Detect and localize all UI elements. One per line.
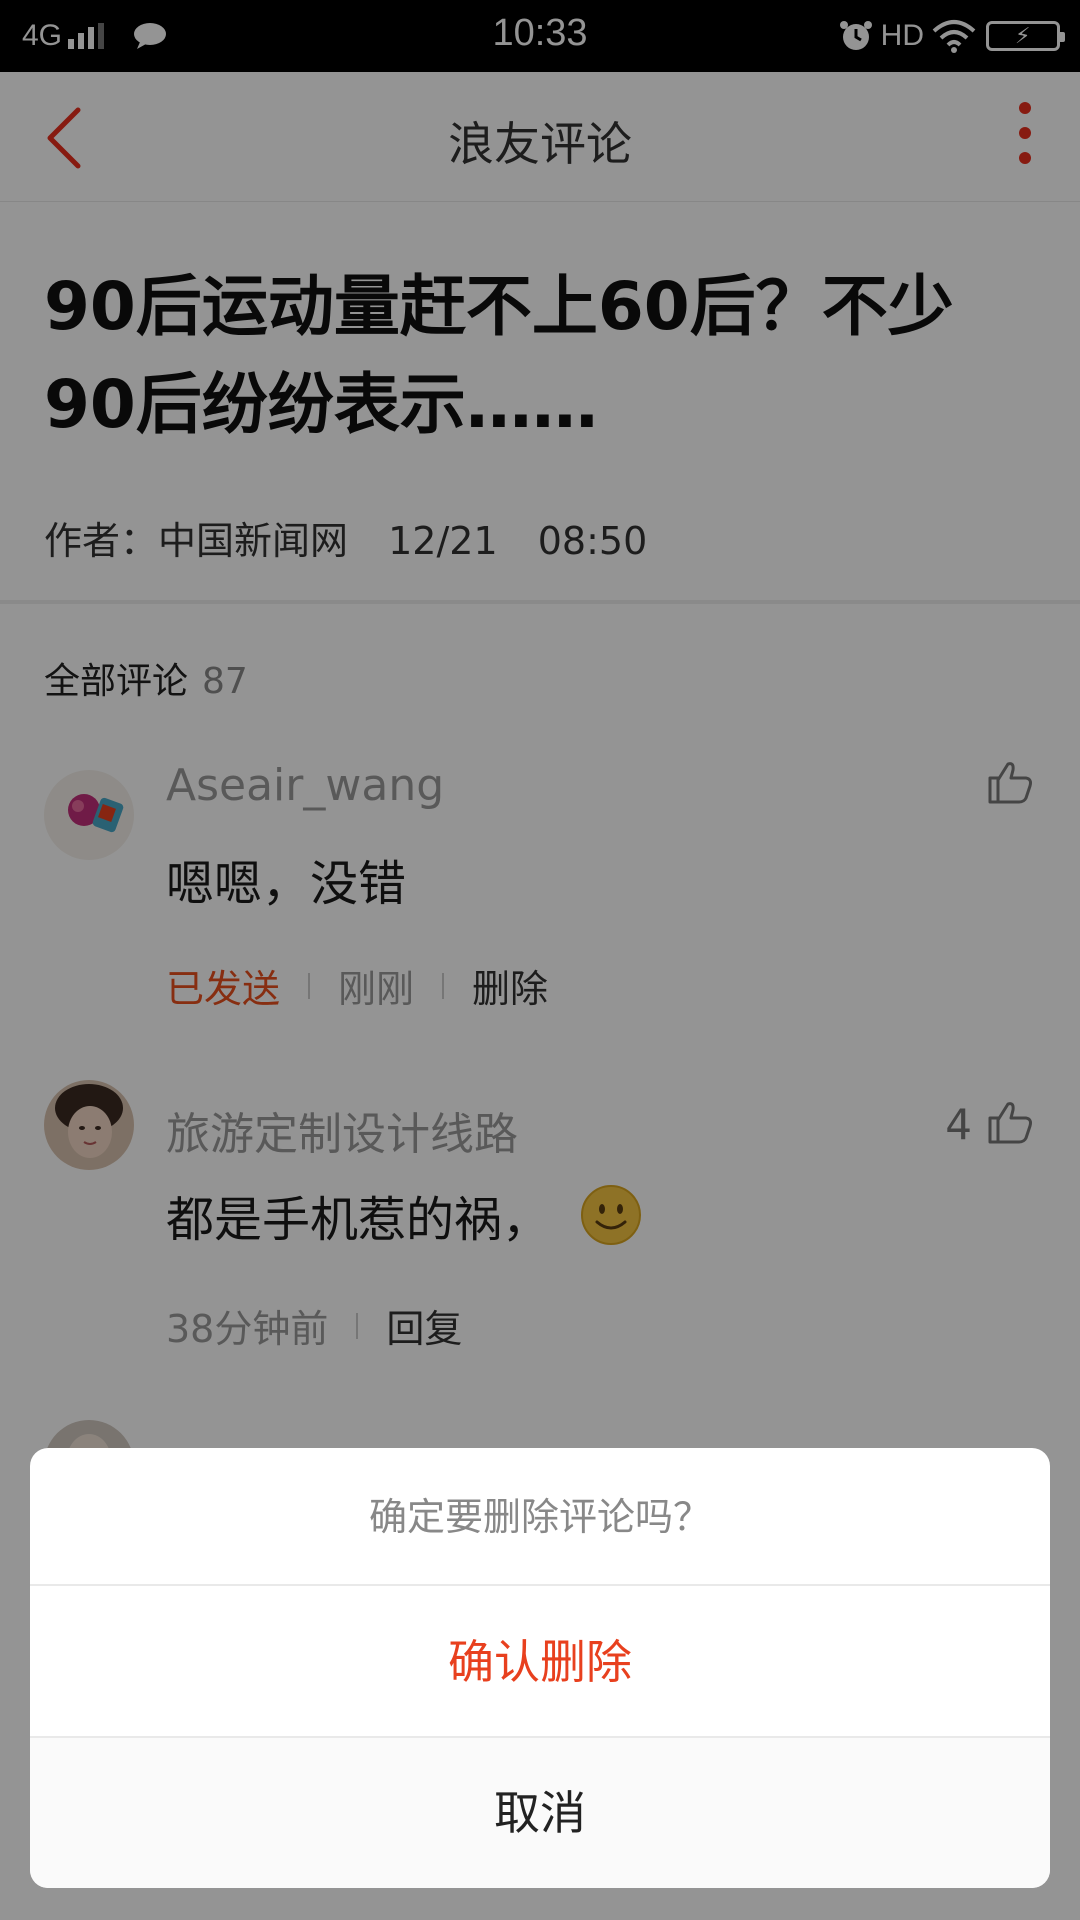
confirm-question: 确定要删除评论吗？ — [30, 1448, 1050, 1586]
cancel-button[interactable]: 取消 — [30, 1738, 1050, 1888]
screen: 4G 10:33 HD ⚡ 浪友评论 90后运动量赶不上60后？不少90后纷纷表… — [0, 0, 1080, 1920]
delete-confirm-sheet: 确定要删除评论吗？ 确认删除 取消 — [30, 1448, 1050, 1888]
confirm-delete-button[interactable]: 确认删除 — [30, 1586, 1050, 1738]
status-bar-shade — [0, 0, 1080, 72]
